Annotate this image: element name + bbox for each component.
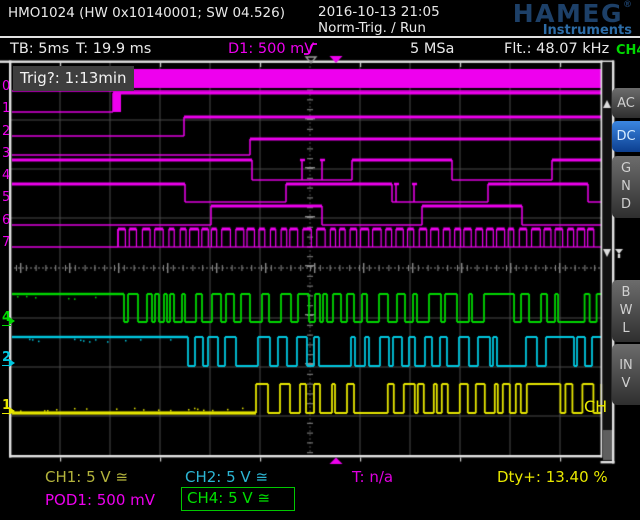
ch4-scale-readout-selected[interactable]: CH4: 5 V ≅ bbox=[181, 487, 295, 511]
ch1-scale-readout: CH1: 5 V ≅ bbox=[45, 468, 128, 486]
gnd-button-label: GND bbox=[619, 160, 634, 214]
coupling-ac-button[interactable]: AC bbox=[612, 88, 640, 118]
ch2-scale-readout: CH2: 5 V ≅ bbox=[185, 468, 268, 486]
registered-mark-icon: ® bbox=[623, 0, 632, 10]
device-label: HMO1024 (HW 0x10140001; SW 04.526) bbox=[8, 5, 285, 21]
oscilloscope-screen: HMO1024 (HW 0x10140001; SW 04.526) 2016-… bbox=[0, 0, 640, 520]
rising-slope-icon bbox=[303, 41, 318, 57]
duty-cycle-readout: Dty+: 13.40 % bbox=[497, 468, 608, 486]
ch2-position-arrow-icon bbox=[9, 359, 15, 367]
hameg-logo: HAMEG® Instruments bbox=[513, 1, 632, 37]
ch1-position-arrow-icon bbox=[9, 407, 15, 415]
trigger-notice: Trig?: 1:13min bbox=[13, 66, 134, 91]
ch4-scale-label: CH4: 5 V ≅ bbox=[182, 488, 294, 509]
trace-overlay-label: CH bbox=[584, 397, 607, 416]
pod1-scale-readout: POD1: 500 mV bbox=[45, 491, 155, 509]
digital-label-d4: 4 bbox=[2, 168, 10, 183]
digital-label-d5: 5 bbox=[2, 190, 10, 205]
inv-button[interactable]: INV bbox=[612, 344, 640, 405]
timebase-readout: TB: 5ms bbox=[10, 41, 69, 57]
time-readout: T: 19.9 ms bbox=[76, 41, 151, 57]
sample-rate-readout: 5 MSa bbox=[410, 41, 454, 57]
ac-button-label: AC bbox=[617, 96, 635, 111]
gnd-button[interactable]: GND bbox=[612, 156, 640, 218]
digital-label-d6: 6 bbox=[2, 213, 10, 228]
sidebar-channel-title: CH4 bbox=[616, 44, 632, 57]
inv-button-label: INV bbox=[619, 357, 634, 393]
dc-button-label: DC bbox=[616, 129, 635, 144]
bwl-button-label: BWL bbox=[619, 284, 634, 338]
header-divider bbox=[0, 36, 640, 38]
digital-label-d3: 3 bbox=[2, 146, 10, 161]
trigger-mode-label: Norm-Trig. / Run bbox=[318, 20, 426, 36]
filter-readout: Flt.: 48.07 kHz bbox=[504, 41, 609, 57]
coupling-dc-button[interactable]: DC bbox=[612, 121, 640, 152]
digital-label-d7: 7 bbox=[2, 235, 10, 250]
digital-label-d0: 0 bbox=[2, 79, 10, 94]
bwl-button[interactable]: BWL bbox=[612, 280, 640, 342]
ch4-position-arrow-icon bbox=[9, 317, 15, 325]
trigger-source-readout: D1: 500 mV bbox=[228, 41, 314, 57]
digital-label-d1: 1 bbox=[2, 101, 10, 116]
trigger-time-readout: T: n/a bbox=[352, 468, 393, 486]
datetime-label: 2016-10-13 21:05 bbox=[318, 4, 440, 20]
digital-label-d2: 2 bbox=[2, 124, 10, 139]
